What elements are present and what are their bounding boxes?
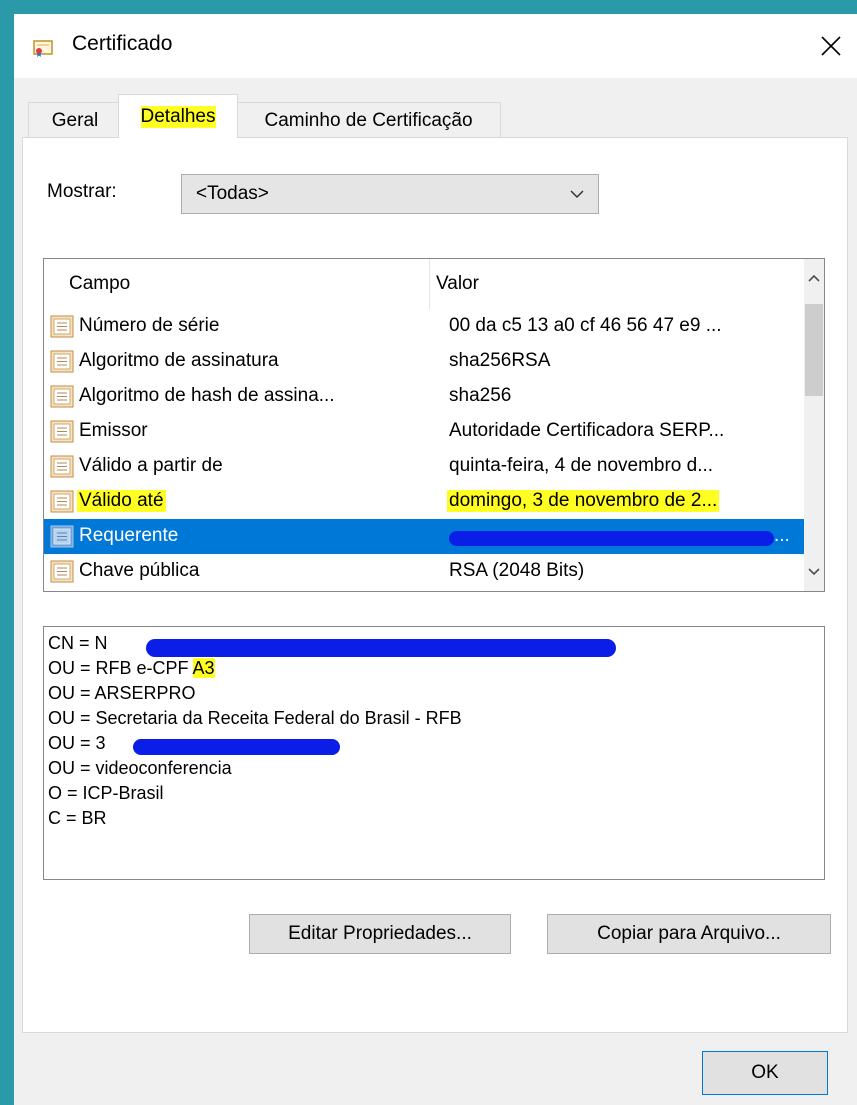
- row-field: Algoritmo de hash de assina...: [79, 385, 335, 406]
- detail-text: OU = Secretaria da Receita Federal do Br…: [48, 708, 462, 728]
- show-label: Mostrar:: [47, 181, 117, 202]
- row-field: Emissor: [79, 420, 148, 441]
- edit-properties-button[interactable]: Editar Propriedades...: [249, 914, 511, 954]
- row-value: 00 da c5 13 a0 cf 46 56 47 e9 ...: [449, 315, 722, 336]
- row-field: Válido a partir de: [79, 455, 223, 476]
- list-item[interactable]: Emissor Autoridade Certificadora SERP...: [44, 414, 804, 449]
- row-field: Chave pública: [79, 560, 200, 581]
- certificate-dialog: Certificado Geral Detalhes Caminho de Ce…: [14, 14, 857, 1105]
- tab-strip: Geral Detalhes Caminho de Certificação: [14, 78, 857, 138]
- detail-line-ou-redacted: OU = 3: [48, 733, 462, 758]
- row-value: domingo, 3 de novembro de 2...: [447, 490, 720, 512]
- detail-text: OU = ARSERPRO: [48, 683, 196, 703]
- detail-text: OU = RFB e-CPF: [48, 658, 193, 678]
- show-select[interactable]: <Todas>: [181, 174, 599, 214]
- detail-text: O = ICP-Brasil: [48, 783, 164, 803]
- chevron-down-icon: [808, 568, 820, 576]
- detail-line-cn: CN = N: [48, 633, 616, 658]
- chevron-up-icon: [808, 274, 820, 282]
- list-item[interactable]: Algoritmo de hash de assina... sha256: [44, 379, 804, 414]
- detail-text: C = BR: [48, 808, 107, 828]
- ok-button[interactable]: OK: [702, 1051, 828, 1095]
- list-item[interactable]: Válido a partir de quinta-feira, 4 de no…: [44, 449, 804, 484]
- field-icon: [50, 385, 74, 408]
- row-value: sha256: [449, 385, 512, 406]
- tab-certification-path[interactable]: Caminho de Certificação: [236, 102, 501, 138]
- fields-list-header: Campo Valor: [44, 259, 804, 309]
- scroll-thumb[interactable]: [805, 304, 823, 396]
- field-icon: [50, 455, 74, 478]
- redaction-mark: [133, 739, 340, 755]
- list-item[interactable]: Chave pública RSA (2048 Bits): [44, 554, 804, 589]
- chevron-down-icon: [570, 190, 584, 199]
- list-item[interactable]: Número de série 00 da c5 13 a0 cf 46 56 …: [44, 309, 804, 344]
- column-divider[interactable]: [429, 259, 430, 309]
- row-field: Requerente: [79, 525, 179, 546]
- list-item[interactable]: Algoritmo de assinatura sha256RSA: [44, 344, 804, 379]
- row-field: Algoritmo de assinatura: [79, 350, 279, 371]
- row-value: Autoridade Certificadora SERP...: [449, 420, 725, 441]
- close-button[interactable]: [804, 22, 857, 70]
- tab-details-label: Detalhes: [140, 105, 216, 128]
- redaction-mark: [449, 531, 774, 546]
- row-field: Válido até: [77, 490, 166, 512]
- tab-general-label: Geral: [51, 109, 99, 131]
- detail-line-ou-rfb: OU = RFB e-CPF A3: [48, 658, 462, 683]
- row-value: sha256RSA: [449, 350, 551, 371]
- detail-line-ou-arserpro: OU = ARSERPRO: [48, 683, 462, 708]
- column-header-field[interactable]: Campo: [69, 273, 130, 295]
- list-item-subject-selected[interactable]: Requerente ...: [44, 519, 804, 554]
- certificate-icon: [33, 40, 53, 57]
- detail-text-highlight: A3: [192, 658, 215, 678]
- field-icon: [50, 525, 74, 548]
- detail-text: OU = videoconferencia: [48, 758, 232, 778]
- title-bar: Certificado: [14, 14, 857, 78]
- detail-line-ou-video: OU = videoconferencia: [48, 758, 462, 783]
- show-select-value: <Todas>: [196, 183, 269, 204]
- fields-list-rows: Número de série 00 da c5 13 a0 cf 46 56 …: [44, 309, 804, 589]
- details-panel: Mostrar: <Todas> Campo Valor Número de s…: [22, 137, 848, 1033]
- column-header-value[interactable]: Valor: [436, 273, 479, 295]
- fields-list[interactable]: Campo Valor Número de série 00 da c5 13 …: [43, 258, 825, 592]
- field-icon: [50, 560, 74, 583]
- redaction-mark: [146, 639, 616, 657]
- close-icon[interactable]: [820, 35, 842, 57]
- detail-line-c: C = BR: [48, 808, 462, 833]
- field-icon: [50, 315, 74, 338]
- tab-details[interactable]: Detalhes: [118, 94, 238, 138]
- detail-line-o: O = ICP-Brasil: [48, 783, 462, 808]
- detail-lines: CN = N OU = RFB e-CPF A3 OU = ARSERPRO O…: [48, 633, 616, 833]
- field-detail-text[interactable]: CN = N OU = RFB e-CPF A3 OU = ARSERPRO O…: [43, 626, 825, 880]
- field-icon: [50, 350, 74, 373]
- window-title: Certificado: [72, 32, 173, 55]
- row-value: quinta-feira, 4 de novembro d...: [449, 455, 714, 476]
- tab-certification-path-label: Caminho de Certificação: [264, 109, 473, 131]
- field-icon: [50, 490, 74, 513]
- detail-text: CN = N: [48, 633, 108, 653]
- detail-text: OU = 3: [48, 733, 106, 753]
- row-field: Número de série: [79, 315, 220, 336]
- row-value: RSA (2048 Bits): [449, 560, 585, 581]
- vertical-scrollbar[interactable]: [804, 259, 824, 591]
- scroll-down-button[interactable]: [804, 553, 824, 591]
- field-icon: [50, 420, 74, 443]
- row-value: ...: [774, 525, 790, 546]
- tab-general[interactable]: Geral: [28, 102, 122, 138]
- scroll-up-button[interactable]: [804, 259, 824, 297]
- copy-to-file-button[interactable]: Copiar para Arquivo...: [547, 914, 831, 954]
- list-item-valid-until[interactable]: Válido até domingo, 3 de novembro de 2..…: [44, 484, 804, 519]
- detail-line-ou-secretaria: OU = Secretaria da Receita Federal do Br…: [48, 708, 462, 733]
